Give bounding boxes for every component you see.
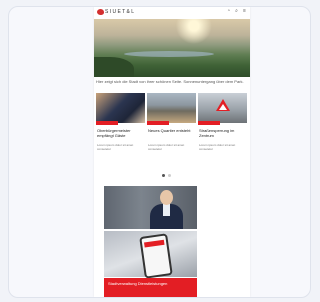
pager-dot[interactable] [168, 174, 171, 177]
card-image [198, 93, 247, 123]
hero-trees [94, 57, 134, 77]
warning-sign-inner [219, 104, 227, 110]
hero-caption: Hier zeigt sich die Stadt von ihrer schö… [96, 79, 244, 84]
search-icon[interactable]: ⌕ [234, 9, 239, 14]
banner-text: Stadtverwaltung Dienstleistungen [108, 281, 168, 286]
smartphone-icon [139, 233, 173, 279]
person-head [160, 190, 173, 205]
news-cards: Oberbürgermeister empfängt Gäste Lorem i… [96, 93, 248, 171]
card-title[interactable]: Straßensperrung im Zentrum [199, 128, 246, 138]
logo-text[interactable]: S I U E T & L [105, 8, 134, 16]
news-card[interactable]: Oberbürgermeister empfängt Gäste Lorem i… [96, 93, 145, 171]
card-image [96, 93, 145, 123]
header-icons: ◔ ⌕ ≡ [226, 9, 247, 14]
app-teaser[interactable] [104, 231, 197, 279]
logo-mark[interactable] [97, 9, 104, 15]
web-page: S I U E T & L ◔ ⌕ ≡ Hier zeigt sich die … [94, 7, 250, 297]
news-card[interactable]: Straßensperrung im Zentrum Lorem ipsum d… [198, 93, 247, 171]
card-meta: Lorem ipsum dolor sit amet consetetur [97, 143, 134, 151]
portrait-teaser[interactable] [104, 186, 197, 229]
menu-icon[interactable]: ≡ [242, 9, 247, 14]
hero-image[interactable] [94, 19, 250, 77]
site-header: S I U E T & L ◔ ⌕ ≡ [94, 7, 250, 19]
browser-frame: S I U E T & L ◔ ⌕ ≡ Hier zeigt sich die … [8, 6, 311, 298]
card-title[interactable]: Neues Quartier entsteht [148, 128, 195, 133]
pager-dot[interactable] [162, 174, 165, 177]
person-shirt [163, 204, 170, 216]
card-tag [198, 121, 220, 125]
news-card[interactable]: Neues Quartier entsteht Lorem ipsum dolo… [147, 93, 196, 171]
card-tag [147, 121, 169, 125]
card-tag [96, 121, 118, 125]
hero-lake [124, 51, 214, 57]
phone-screen-bar [144, 239, 165, 248]
red-banner[interactable]: Stadtverwaltung Dienstleistungen [104, 278, 197, 297]
user-icon[interactable]: ◔ [226, 9, 231, 14]
card-meta: Lorem ipsum dolor sit amet consetetur [148, 143, 185, 151]
card-image [147, 93, 196, 123]
card-meta: Lorem ipsum dolor sit amet consetetur [199, 143, 236, 151]
carousel-pager [162, 174, 171, 177]
card-title[interactable]: Oberbürgermeister empfängt Gäste [97, 128, 144, 138]
